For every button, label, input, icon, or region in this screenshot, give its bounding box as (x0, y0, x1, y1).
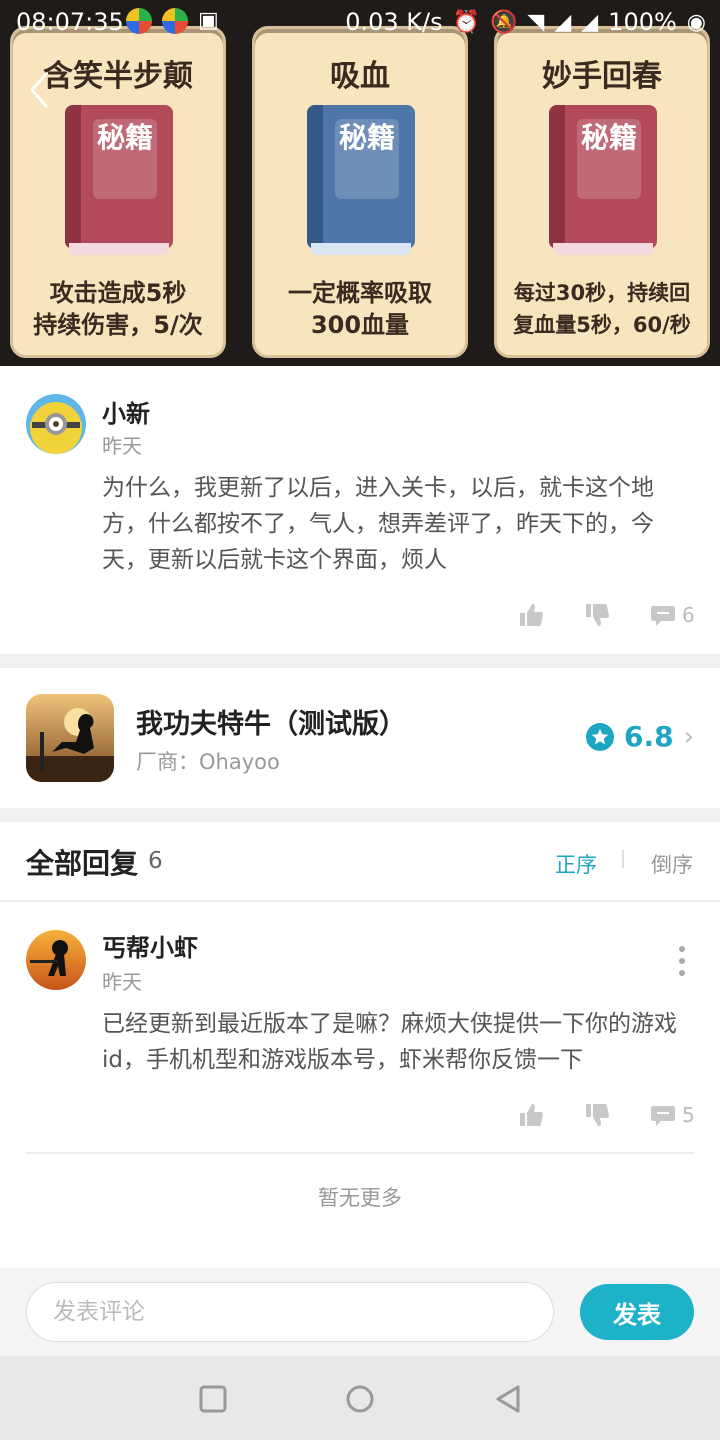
app-notification-icon (162, 8, 188, 34)
thumbs-down-icon (586, 1104, 609, 1126)
network-speed: 0.03 K/s (345, 8, 443, 36)
thumbs-down-icon (586, 604, 609, 626)
mute-icon: 🔕 (490, 9, 518, 35)
game-icon[interactable] (26, 694, 114, 782)
battery-level: 100% (608, 8, 677, 36)
book-label: 秘籍 (335, 119, 399, 199)
comment-icon (651, 606, 675, 626)
skill-title: 妙手回春 (542, 59, 662, 94)
reply-button[interactable]: 6 (650, 602, 695, 628)
skill-title: 吸血 (330, 59, 390, 94)
header-divider (0, 900, 720, 902)
comment-text: 为什么，我更新了以后，进入关卡，以后，就卡这个地方，什么都按不了，气人，想弄差评… (102, 475, 654, 573)
thumbs-up-icon (520, 1104, 543, 1126)
game-maker: 厂商：Ohayoo (136, 750, 280, 774)
signal-icon: ◢ (554, 9, 572, 35)
status-time: 08:07:35 (16, 8, 124, 36)
skill-description: 每过30秒，持续回 复血量5秒，60/秒 (513, 281, 691, 337)
like-button[interactable] (518, 602, 544, 628)
status-bar: 08:07:35 ▣ 0.03 K/s ⏰ 🔕 ◥ ◢ ◢ 100% ◉ (0, 0, 720, 44)
comment-actions: 6 (518, 602, 695, 628)
chevron-left-icon (30, 72, 48, 108)
alarm-icon: ⏰ (452, 9, 480, 35)
wifi-icon: ◥ (527, 9, 545, 35)
replies-header: 全部回复 (26, 847, 139, 880)
skill-card: 妙手回春 秘籍 每过30秒，持续回 复血量5秒，60/秒 (494, 26, 710, 358)
thumbs-up-icon (520, 604, 543, 626)
book-icon: 秘籍 (307, 105, 415, 255)
comment-composer: 发表 (0, 1268, 720, 1356)
book-icon: 秘籍 (549, 105, 657, 255)
avatar[interactable] (26, 394, 86, 454)
book-label: 秘籍 (577, 119, 641, 199)
sort-descending-tab[interactable]: 倒序 (651, 849, 693, 879)
more-options-button[interactable] (676, 946, 688, 976)
comment-input[interactable] (26, 1282, 554, 1342)
comment-time: 昨天 (102, 434, 142, 458)
navigation-bar (0, 1356, 720, 1440)
reply-count: 6 (682, 603, 695, 627)
publish-button[interactable]: 发表 (580, 1284, 694, 1340)
recent-apps-button[interactable] (198, 1384, 228, 1414)
book-label: 秘籍 (93, 119, 157, 199)
star-icon (585, 722, 614, 751)
skill-card: 吸血 秘籍 一定概率吸取 300血量 (252, 26, 468, 358)
dislike-button[interactable] (584, 1102, 610, 1128)
square-icon (199, 1385, 227, 1413)
signal-icon: ◢ (581, 9, 599, 35)
comment-author[interactable]: 小新 (102, 394, 150, 429)
skill-description: 攻击造成5秒 持续伤害，5/次 (33, 279, 203, 339)
promo-banner: 含笑半步颠 秘籍 攻击造成5秒 持续伤害，5/次 吸血 秘籍 一定概率吸取 30… (0, 0, 720, 366)
reply-text: 已经更新到最近版本了是嘛？麻烦大侠提供一下你的游戏id，手机机型和游戏版本号，虾… (102, 1011, 677, 1073)
comment-icon (651, 1106, 675, 1126)
game-rating[interactable]: 6.8 › (585, 720, 694, 753)
app-notification-icon (126, 8, 152, 34)
reply-count: 5 (682, 1103, 695, 1127)
game-title[interactable]: 我功夫特牛（测试版） (136, 702, 406, 741)
circle-icon (346, 1385, 374, 1413)
no-more-text: 暂无更多 (318, 1186, 402, 1210)
skill-description: 一定概率吸取 300血量 (288, 279, 432, 339)
section-divider (0, 808, 720, 822)
sort-separator (622, 850, 624, 868)
book-icon: 秘籍 (65, 105, 173, 255)
avatar[interactable] (26, 930, 86, 990)
section-divider (0, 654, 720, 668)
reply-button[interactable]: 5 (650, 1102, 695, 1128)
reply-author[interactable]: 丐帮小虾 (102, 928, 198, 963)
sort-ascending-tab[interactable]: 正序 (555, 849, 597, 879)
chevron-right-icon: › (683, 721, 694, 752)
download-icon: ▣ (198, 8, 219, 33)
back-button[interactable] (24, 70, 54, 110)
list-end-divider (26, 1152, 694, 1154)
dislike-button[interactable] (584, 602, 610, 628)
replies-count: 6 (148, 848, 163, 874)
battery-icon: ◉ (686, 9, 706, 35)
home-button[interactable] (345, 1384, 375, 1414)
rating-score: 6.8 (623, 720, 674, 753)
reply-time: 昨天 (102, 970, 142, 994)
triangle-back-icon (496, 1385, 520, 1413)
like-button[interactable] (518, 1102, 544, 1128)
back-nav-button[interactable] (494, 1384, 524, 1414)
reply-actions: 5 (518, 1102, 695, 1128)
